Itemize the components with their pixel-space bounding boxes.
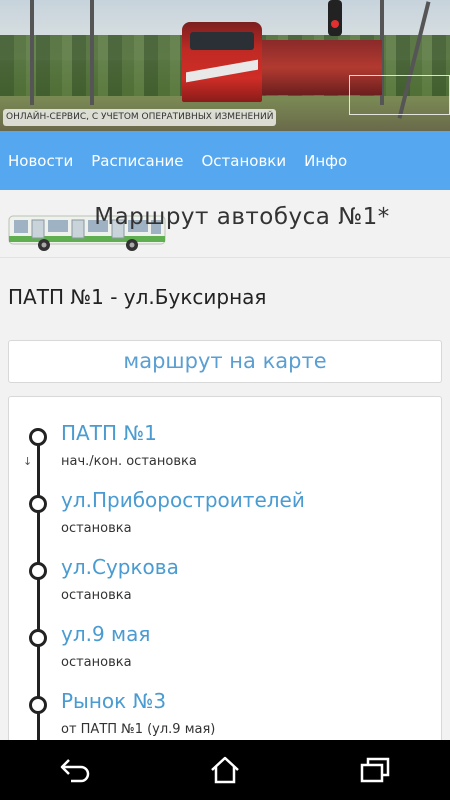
stops-list: ПАТП №1 ↓ нач./кон. остановка ул.Приборо… <box>8 396 442 756</box>
stop-name-link[interactable]: ул.9 мая <box>61 622 150 646</box>
stop-marker <box>29 495 47 513</box>
stop-type: от ПАТП №1 (ул.9 мая) <box>61 722 216 737</box>
home-button[interactable] <box>205 750 245 790</box>
stop-marker <box>29 428 47 446</box>
map-route-button[interactable]: маршрут на карте <box>8 340 442 383</box>
header-banner: ОНЛАЙН-СЕРВИС, С УЧЕТОМ ОПЕРАТИВНЫХ ИЗМЕ… <box>0 0 450 131</box>
signal-icon <box>328 0 342 36</box>
stop-name-link[interactable]: Рынок №3 <box>61 689 166 713</box>
route-title-row: Маршрут автобуса №1* <box>0 190 450 258</box>
stop-marker <box>29 562 47 580</box>
recents-icon <box>360 757 390 783</box>
route-name: ПАТП №1 - ул.Буксирная <box>8 285 267 309</box>
stop-marker <box>29 629 47 647</box>
back-button[interactable] <box>55 750 95 790</box>
main-nav: Новости Расписание Остановки Инфо <box>0 131 450 190</box>
nav-item-schedule[interactable]: Расписание <box>91 152 183 170</box>
system-nav-bar <box>0 740 450 800</box>
route-title: Маршрут автобуса №1* <box>94 204 390 230</box>
train-image <box>182 22 262 102</box>
stop-marker <box>29 696 47 714</box>
stop-name-link[interactable]: ул.Приборостроителей <box>61 488 305 512</box>
list-item: ПАТП №1 ↓ нач./кон. остановка <box>9 397 441 469</box>
back-icon <box>60 759 90 783</box>
home-icon <box>211 756 239 784</box>
nav-item-info[interactable]: Инфо <box>304 152 347 170</box>
list-item: ул.Суркова остановка <box>9 531 441 603</box>
recents-button[interactable] <box>355 750 395 790</box>
list-item: ул.9 мая остановка <box>9 598 441 670</box>
stop-name-link[interactable]: ул.Суркова <box>61 555 179 579</box>
list-item: Рынок №3 от ПАТП №1 (ул.9 мая) <box>9 665 441 737</box>
list-item: ул.Приборостроителей остановка <box>9 464 441 536</box>
stop-name-link[interactable]: ПАТП №1 <box>61 421 157 445</box>
banner-caption: ОНЛАЙН-СЕРВИС, С УЧЕТОМ ОПЕРАТИВНЫХ ИЗМЕ… <box>3 109 277 126</box>
nav-item-news[interactable]: Новости <box>8 152 73 170</box>
nav-item-stops[interactable]: Остановки <box>201 152 286 170</box>
